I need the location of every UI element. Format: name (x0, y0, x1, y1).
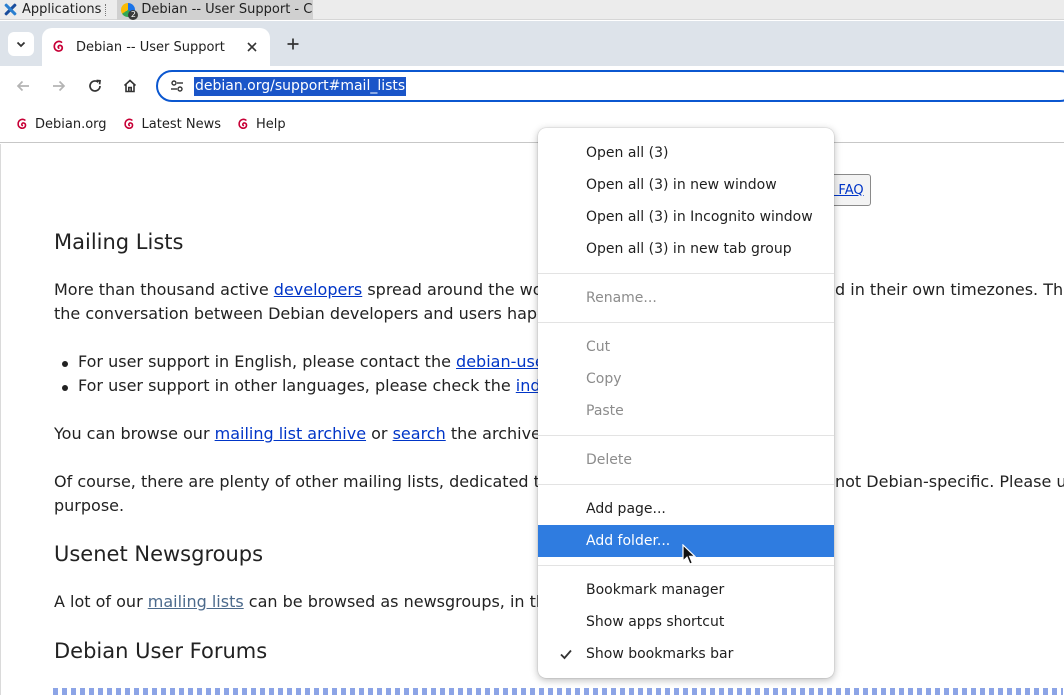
site-info-button[interactable] (168, 77, 186, 95)
text: A lot of our (54, 592, 148, 611)
debian-swirl-icon (238, 118, 248, 129)
paragraph-other-lists: Of course, there are plenty of other mai… (54, 472, 573, 491)
text: or (366, 424, 393, 443)
bookmark-latest-news[interactable]: Latest News (117, 110, 227, 138)
home-icon (123, 79, 137, 93)
list-item: For user support in other languages, ple… (62, 376, 574, 395)
bookmarks-context-menu: Open all (3) Open all (3) in new window … (538, 128, 834, 678)
taskbar-window-button[interactable]: 2 Debian -- User Support - C... (117, 0, 314, 20)
applications-label: Applications (22, 2, 102, 17)
text: More than thousand active (54, 280, 274, 299)
menu-separator (538, 484, 834, 485)
menu-show-bookmarks-bar-label: Show bookmarks bar (586, 646, 734, 662)
home-button[interactable] (118, 74, 142, 98)
developers-link[interactable]: developers (274, 280, 362, 299)
chrome-icon: 2 (121, 2, 139, 20)
reload-button[interactable] (83, 74, 107, 98)
os-taskbar: Applications 2 Debian -- User Support - … (0, 0, 1064, 20)
debian-swirl-icon (53, 40, 64, 52)
menu-show-bookmarks-bar[interactable]: Show bookmarks bar (538, 638, 834, 670)
bookmark-help[interactable]: Help (231, 110, 292, 138)
bookmark-debian-org[interactable]: Debian.org (10, 110, 113, 138)
debian-swirl-icon (17, 118, 27, 129)
address-bar[interactable]: debian.org/support#mail_lists (156, 70, 1064, 102)
bullet (62, 361, 68, 367)
bookmark-label: Help (255, 116, 286, 132)
text: You can browse our (54, 424, 215, 443)
applications-menu[interactable]: Applications (0, 0, 111, 20)
menu-separator (538, 273, 834, 274)
list-item: For user support in English, please cont… (62, 352, 572, 371)
menu-delete[interactable]: Delete (538, 444, 834, 476)
text: For user support in other languages, ple… (78, 376, 516, 395)
heading-mailing-lists: Mailing Lists (54, 230, 184, 254)
menu-paste[interactable]: Paste (538, 395, 834, 427)
close-icon (247, 42, 257, 52)
menu-add-page[interactable]: Add page... (538, 493, 834, 525)
bookmarks-bar: Debian.org Latest News Help (0, 106, 1064, 143)
paragraph-developers-tail: d in their own timezones. There (835, 280, 1064, 299)
tune-icon (171, 80, 183, 92)
text: spread around the world (362, 280, 564, 299)
taskbar-separator (105, 3, 107, 16)
paragraph-other-lists-line2: purpose. (54, 496, 125, 515)
debian-user-link[interactable]: debian-user (456, 352, 551, 371)
paragraph-archive: You can browse our mailing list archive … (54, 424, 578, 443)
tab-debian-user-support[interactable]: Debian -- User Support (42, 28, 270, 66)
reload-icon (89, 79, 101, 92)
menu-separator (538, 435, 834, 436)
taskbar-window-title: Debian -- User Support - C... (141, 2, 314, 17)
heading-usenet: Usenet Newsgroups (54, 542, 264, 566)
tab-close-button[interactable] (244, 39, 260, 55)
menu-bookmark-manager[interactable]: Bookmark manager (538, 574, 834, 606)
paragraph-usenet: A lot of our mailing lists can be browse… (54, 592, 579, 611)
mailing-list-archive-link[interactable]: mailing list archive (215, 424, 366, 443)
url-text[interactable]: debian.org/support#mail_lists (194, 76, 407, 96)
xfce-logo-icon (3, 2, 18, 17)
menu-rename[interactable]: Rename... (538, 282, 834, 314)
mouse-cursor-icon (682, 544, 696, 565)
window-count-badge: 2 (128, 9, 139, 20)
back-button[interactable] (11, 74, 35, 98)
checkmark-icon (560, 649, 572, 660)
menu-open-all-incognito[interactable]: Open all (3) in Incognito window (538, 201, 834, 233)
tab-search-button[interactable] (8, 32, 34, 56)
text: can be browsed as newsgroups, in the (243, 592, 561, 611)
menu-copy[interactable]: Copy (538, 363, 834, 395)
paragraph-other-lists-tail: not Debian-specific. Please use y (835, 472, 1064, 491)
menu-show-apps-shortcut[interactable]: Show apps shortcut (538, 606, 834, 638)
search-link[interactable]: search (393, 424, 446, 443)
paragraph-developers-line2: the conversation between Debian develope… (54, 304, 576, 323)
menu-cut[interactable]: Cut (538, 331, 834, 363)
plus-icon (287, 38, 299, 50)
cutoff-text-line (53, 688, 1063, 695)
menu-open-all-new-window[interactable]: Open all (3) in new window (538, 169, 834, 201)
tab-title: Debian -- User Support (76, 39, 225, 55)
page-content: IRC FAQ Mailing Lists More than thousand… (0, 144, 1064, 695)
menu-separator (538, 322, 834, 323)
paragraph-developers: More than thousand active developers spr… (54, 280, 564, 299)
bullet (62, 385, 68, 391)
mailing-lists-link[interactable]: mailing lists (148, 592, 244, 611)
arrow-right-icon (53, 80, 66, 92)
arrow-left-icon (16, 80, 29, 92)
forward-button[interactable] (47, 74, 71, 98)
menu-open-all-tab-group[interactable]: Open all (3) in new tab group (538, 233, 834, 265)
bookmark-label: Latest News (141, 116, 221, 132)
text: For user support in English, please cont… (78, 352, 457, 371)
menu-open-all[interactable]: Open all (3) (538, 137, 834, 169)
browser-toolbar: debian.org/support#mail_lists (0, 66, 1064, 106)
new-tab-button[interactable] (282, 33, 304, 55)
chevron-down-icon (16, 41, 26, 48)
bookmark-label: Debian.org (35, 116, 107, 132)
tab-strip: Debian -- User Support (0, 21, 1064, 66)
debian-swirl-icon (123, 118, 133, 129)
heading-forums: Debian User Forums (54, 639, 268, 663)
